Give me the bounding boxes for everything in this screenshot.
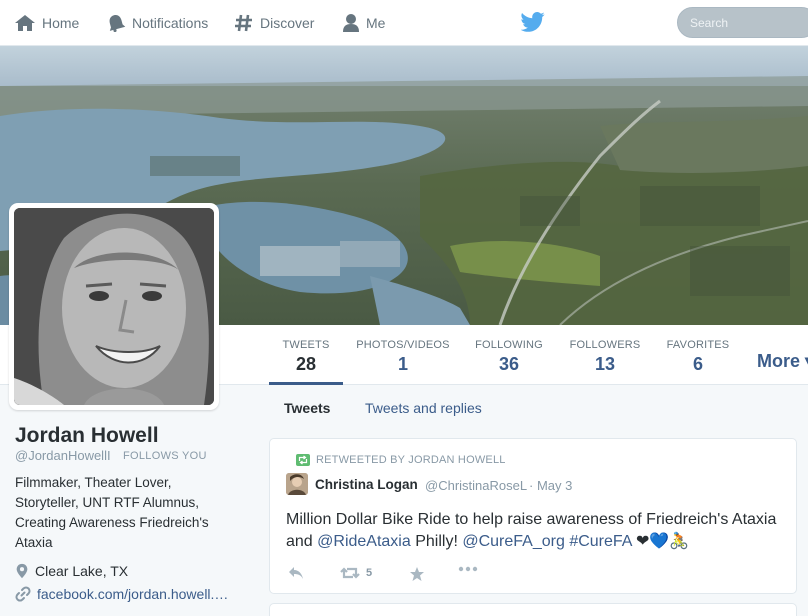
twitter-bird-icon[interactable] — [521, 11, 545, 33]
tweet-card[interactable]: RETWEETED BY JORDAN HOWELL Christina Log… — [269, 438, 797, 594]
stat-tweets-value: 28 — [295, 354, 317, 374]
stat-followers-label: FOLLOWERS — [569, 339, 641, 351]
tweet-author-avatar[interactable] — [286, 473, 308, 495]
stat-tweets-label: TWEETS — [282, 339, 330, 351]
tweet-author-handle[interactable]: @ChristinaRoseL — [425, 478, 527, 493]
nav-discover[interactable]: Discover — [234, 0, 314, 46]
next-tweet-card[interactable] — [269, 603, 797, 616]
nav-me[interactable]: Me — [342, 0, 385, 46]
stat-favorites-label: FAVORITES — [666, 339, 730, 351]
profile-location: Clear Lake, TX — [15, 563, 128, 579]
nav-notifications-label: Notifications — [132, 15, 209, 31]
ellipsis-icon — [458, 566, 478, 572]
retweet-button[interactable]: 5 — [340, 566, 372, 580]
retweet-context: RETWEETED BY JORDAN HOWELL — [296, 454, 506, 466]
top-navigation: Home Notifications Discover Me — [0, 0, 808, 46]
stat-photos-videos[interactable]: PHOTOS/VIDEOS 1 — [355, 325, 451, 385]
nav-notifications[interactable]: Notifications — [106, 0, 208, 46]
tweet-text-part-2: Philly! — [410, 533, 463, 550]
profile-location-label: Clear Lake, TX — [35, 563, 129, 579]
avatar[interactable] — [9, 203, 219, 410]
stat-photos-value: 1 — [397, 354, 408, 374]
more-actions-button[interactable] — [458, 566, 478, 572]
profile-website-label[interactable]: facebook.com/jordan.howell.… — [37, 586, 228, 602]
tweet-text: Million Dollar Bike Ride to help raise a… — [286, 509, 786, 553]
tweet-hashtag-curefa[interactable]: #CureFA — [569, 533, 631, 550]
tab-tweets-and-replies[interactable]: Tweets and replies — [365, 400, 482, 416]
reply-button[interactable] — [288, 566, 304, 580]
more-dropdown[interactable]: More ▾ — [757, 351, 808, 372]
nav-home-label: Home — [42, 15, 80, 31]
search-input[interactable] — [677, 7, 808, 38]
timeline-tabs: Tweets Tweets and replies — [269, 386, 799, 430]
location-pin-icon — [16, 563, 28, 579]
stat-following-value: 36 — [498, 354, 520, 374]
link-icon — [15, 586, 31, 602]
follows-you-badge: FOLLOWS YOU — [123, 450, 207, 462]
retweet-count: 5 — [366, 567, 373, 579]
tab-tweets[interactable]: Tweets — [284, 400, 330, 416]
tweet-author-name[interactable]: Christina Logan — [315, 477, 418, 492]
retweeted-by-label: RETWEETED BY JORDAN HOWELL — [316, 454, 506, 466]
bell-icon — [109, 15, 126, 32]
avatar-photo — [14, 208, 214, 405]
profile-bio: Filmmaker, Theater Lover, Storyteller, U… — [15, 475, 209, 550]
nav-home[interactable]: Home — [14, 0, 79, 46]
favorite-button[interactable] — [409, 566, 425, 582]
stat-following[interactable]: FOLLOWING 36 — [473, 325, 545, 385]
tweet-mention-rideataxia[interactable]: @RideAtaxia — [317, 533, 411, 550]
stat-followers-value: 13 — [594, 354, 616, 374]
stat-favorites-value: 6 — [692, 354, 703, 374]
nav-me-label: Me — [366, 15, 386, 31]
home-icon — [15, 15, 35, 31]
tweet-timestamp[interactable]: · May 3 — [529, 478, 572, 493]
nav-discover-label: Discover — [260, 15, 315, 31]
tweet-actions: 5 — [286, 566, 586, 584]
profile-website[interactable]: facebook.com/jordan.howell.… — [15, 586, 228, 602]
profile-name: Jordan Howell — [15, 424, 159, 447]
tweet-emoji: ❤💙🚴 — [631, 533, 690, 550]
person-icon — [343, 14, 359, 32]
retweet-icon — [340, 567, 360, 579]
stat-following-label: FOLLOWING — [475, 339, 543, 351]
tweet-mention-curefa-org[interactable]: @CureFA_org — [462, 533, 565, 550]
stat-tweets[interactable]: TWEETS 28 — [269, 325, 343, 385]
stat-favorites[interactable]: FAVORITES 6 — [663, 325, 733, 385]
stat-followers[interactable]: FOLLOWERS 13 — [567, 325, 643, 385]
profile-handle[interactable]: @JordanHowellI — [15, 448, 111, 463]
reply-icon — [289, 567, 303, 579]
retweet-icon — [296, 454, 310, 466]
hash-icon — [235, 14, 252, 32]
stat-photos-label: PHOTOS/VIDEOS — [356, 339, 450, 351]
star-icon — [410, 567, 424, 581]
